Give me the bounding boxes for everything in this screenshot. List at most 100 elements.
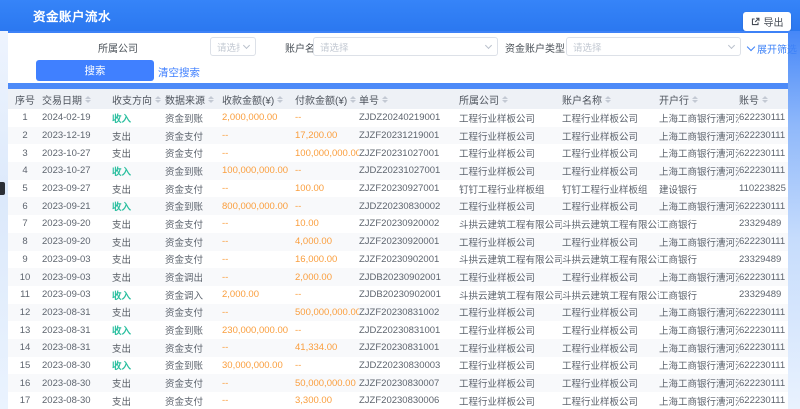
column-header-acno[interactable]: 账号 (739, 92, 788, 107)
table-row: 92023-09-03支出资金支付--16,000.00ZJZF20230902… (8, 251, 788, 269)
sort-icon[interactable] (605, 96, 611, 103)
cell-date: 2023-09-21 (42, 201, 112, 212)
column-header-co[interactable]: 所属公司 (459, 92, 562, 107)
table-row: 62023-09-21收入资金到账800,000,000.00--ZJDZ202… (8, 197, 788, 215)
table-row: 22023-12-19支出资金支付--17,200.00ZJZF20231219… (8, 127, 788, 145)
cell-in: -- (222, 254, 295, 265)
column-header-acct[interactable]: 账户名称 (562, 92, 659, 107)
table-row: 172023-08-30支出资金支付--3,300.00ZJZF20230830… (8, 392, 788, 409)
cell-co: 钉钉工程行业样板组 (459, 182, 562, 196)
cell-date: 2023-09-03 (42, 272, 112, 283)
export-button[interactable]: 导出 (743, 12, 791, 31)
sort-icon[interactable] (692, 96, 698, 103)
cell-i: 17 (8, 395, 42, 406)
cell-i: 12 (8, 307, 42, 318)
clear-search-button[interactable]: 清空搜索 (158, 65, 200, 80)
sort-icon[interactable] (208, 96, 214, 103)
cell-no: ZJZF20230920001 (359, 236, 459, 247)
cell-dir: 支出 (112, 394, 165, 408)
column-header-src[interactable]: 数据来源 (165, 92, 222, 107)
sort-icon[interactable] (502, 96, 508, 103)
cell-co: 工程行业样板公司 (459, 341, 562, 355)
column-header-in[interactable]: 收款金额(¥) (222, 92, 295, 107)
cell-date: 2023-08-30 (42, 395, 112, 406)
table-row: 122023-08-31支出资金支付--500,000,000.00ZJZF20… (8, 304, 788, 322)
cell-acno: 622230111 (739, 360, 788, 371)
cell-date: 2023-08-31 (42, 325, 112, 336)
fund-account-flow-page: 资金账户流水 导出 所属公司 请选择 账户名称 请选择 (0, 0, 800, 409)
cell-dir: 收入 (112, 199, 165, 213)
cell-src: 资金支付 (165, 129, 222, 143)
account-type-select[interactable]: 请选择 (566, 37, 741, 56)
expand-filters-link[interactable]: 展开筛选 (748, 41, 797, 56)
cell-out: -- (295, 201, 359, 212)
cell-no: ZJZF20231219001 (359, 130, 459, 141)
sort-icon[interactable] (350, 96, 356, 103)
company-filter-label: 所属公司 (98, 40, 138, 55)
cell-i: 13 (8, 325, 42, 336)
cell-co: 工程行业样板公司 (459, 376, 562, 390)
cell-acct: 工程行业样板公司 (562, 164, 659, 178)
cell-co: 工程行业样板公司 (459, 111, 562, 125)
column-header-out[interactable]: 付款金额(¥) (295, 92, 359, 107)
sort-icon[interactable] (762, 96, 768, 103)
column-header-label: 收款金额(¥) (222, 92, 274, 107)
cell-co: 工程行业样板公司 (459, 199, 562, 213)
table-body: 12024-02-19收入资金到账2,000,000.00--ZJDZ20240… (8, 109, 788, 409)
cell-acct: 钉钉工程行业样板组 (562, 182, 659, 196)
cell-acno: 622230111 (739, 307, 788, 318)
cell-dir: 支出 (112, 305, 165, 319)
cell-acno: 622230111 (739, 201, 788, 212)
cell-dir: 收入 (112, 323, 165, 337)
app-header-bar: 资金账户流水 导出 (0, 0, 800, 31)
cell-bank: 工商银行 (659, 288, 739, 302)
cell-src: 资金支付 (165, 235, 222, 249)
cell-in: 800,000,000.00 (222, 201, 295, 212)
table-row: 102023-09-03支出资金调出--2,000.00ZJDB20230902… (8, 268, 788, 286)
column-header-date[interactable]: 交易日期 (42, 92, 112, 107)
table-row: 82023-09-20支出资金支付--4,000.00ZJZF202309200… (8, 233, 788, 251)
filter-panel: 所属公司 请选择 账户名称 请选择 资金账户类型 请选择 展开筛选 (8, 33, 788, 83)
cell-in: -- (222, 183, 295, 194)
filter-row: 所属公司 请选择 账户名称 请选择 资金账户类型 请选择 展开筛选 (8, 33, 788, 59)
cell-src: 资金到账 (165, 323, 222, 337)
cell-i: 11 (8, 289, 42, 300)
cell-acct: 工程行业样板公司 (562, 358, 659, 372)
column-header-dir[interactable]: 收支方向 (112, 92, 165, 107)
cell-no: ZJDZ20230831001 (359, 325, 459, 336)
side-handle[interactable] (0, 182, 5, 195)
cell-no: ZJDB20230902001 (359, 272, 459, 283)
sort-icon[interactable] (382, 96, 388, 103)
cell-bank: 上海工商银行漕河泾支行 (659, 394, 739, 408)
cell-bank: 上海工商银行漕河泾支行 (659, 199, 739, 213)
column-header-label: 收支方向 (112, 92, 152, 107)
sort-icon[interactable] (85, 96, 91, 103)
cell-acno: 622230111 (739, 236, 788, 247)
background-strip-left (0, 31, 8, 409)
sort-icon[interactable] (277, 96, 283, 103)
cell-co: 工程行业样板公司 (459, 129, 562, 143)
filter-actions-row: 搜索 清空搜索 (8, 59, 788, 83)
cell-src: 资金支付 (165, 252, 222, 266)
cell-i: 8 (8, 236, 42, 247)
cell-acno: 622230111 (739, 395, 788, 406)
company-select-placeholder: 请选择 (217, 40, 240, 54)
column-header-bank[interactable]: 开户行 (659, 92, 739, 107)
cell-bank: 上海工商银行漕河泾支行 (659, 341, 739, 355)
cell-no: ZJZF20230831001 (359, 342, 459, 353)
cell-co: 斗拱云建筑工程有限公司 (459, 288, 562, 302)
column-header-label: 单号 (359, 92, 379, 107)
cell-i: 3 (8, 148, 42, 159)
company-select[interactable]: 请选择 (210, 37, 256, 56)
cell-out: 4,000.00 (295, 236, 359, 247)
account-name-select[interactable]: 请选择 (313, 37, 498, 56)
cell-in: -- (222, 130, 295, 141)
cell-dir: 收入 (112, 164, 165, 178)
cell-bank: 上海工商银行漕河泾支行 (659, 305, 739, 319)
search-button[interactable]: 搜索 (36, 60, 154, 81)
export-label: 导出 (764, 14, 784, 29)
sort-icon[interactable] (155, 96, 161, 103)
column-header-no[interactable]: 单号 (359, 92, 459, 107)
cell-acct: 斗拱云建筑工程有限公司 (562, 217, 659, 231)
cell-acno: 622230111 (739, 378, 788, 389)
